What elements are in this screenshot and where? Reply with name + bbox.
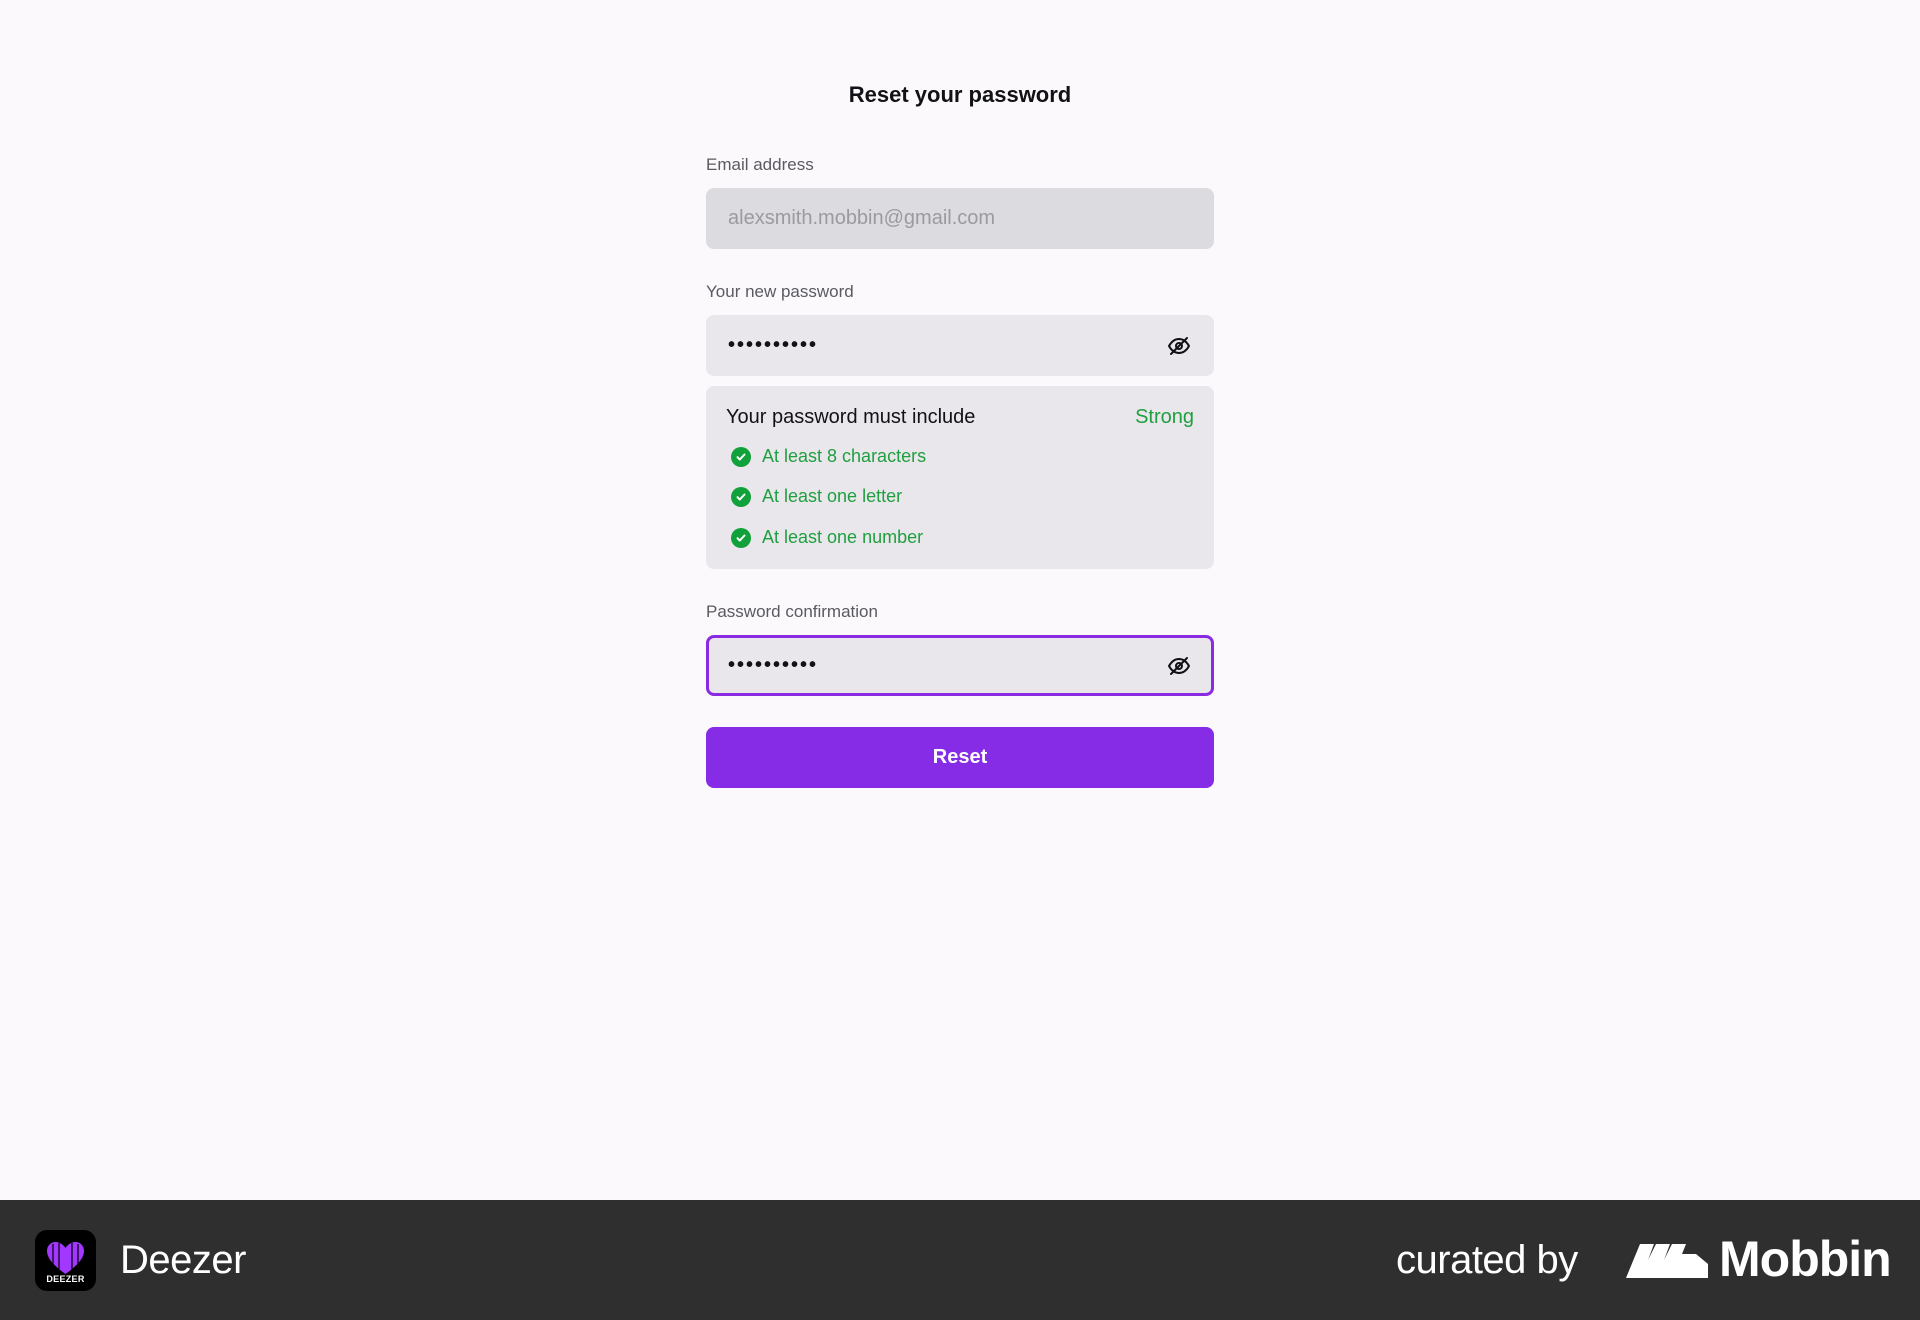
confirm-password-field[interactable]: ••••••••••: [706, 635, 1214, 696]
check-circle-icon: [731, 446, 751, 467]
confirm-password-value: ••••••••••: [728, 654, 819, 676]
mobbin-brand: Mobbin: [1719, 1231, 1892, 1287]
strength-indicator: Strong: [1135, 406, 1194, 428]
page-title: Reset your password: [848, 82, 1072, 107]
mobbin-logo-icon: [1626, 1244, 1708, 1278]
new-password-field[interactable]: ••••••••••: [706, 315, 1214, 376]
footer-bar: DEEZER Deezer curated by Mobbin: [0, 1200, 1920, 1320]
requirement-text: At least one letter: [762, 486, 903, 506]
email-value: alexsmith.mobbin@gmail.com: [728, 207, 996, 229]
requirement-item: At least 8 characters: [731, 446, 926, 467]
email-label: Email address: [706, 155, 814, 174]
email-field[interactable]: alexsmith.mobbin@gmail.com: [706, 188, 1214, 249]
new-password-label: Your new password: [706, 282, 854, 301]
confirm-password-label: Password confirmation: [706, 602, 878, 621]
curated-by-text: curated by: [1396, 1238, 1578, 1282]
check-circle-icon: [731, 486, 751, 507]
requirement-item: At least one number: [731, 527, 923, 548]
new-password-value: ••••••••••: [728, 334, 819, 356]
requirement-text: At least 8 characters: [762, 446, 927, 466]
requirement-item: At least one letter: [731, 486, 902, 507]
main-content: Reset your password Email address alexsm…: [0, 0, 1920, 1200]
requirement-text: At least one number: [762, 527, 924, 547]
eye-off-icon[interactable]: [1166, 333, 1192, 359]
requirements-title: Your password must include: [726, 406, 976, 428]
password-requirements: Your password must include Strong At lea…: [706, 386, 1214, 569]
deezer-app-icon: DEEZER: [35, 1230, 96, 1291]
eye-off-icon[interactable]: [1166, 653, 1192, 679]
page: Reset your password Email address alexsm…: [0, 0, 1920, 1320]
check-circle-icon: [731, 527, 751, 548]
app-name: Deezer: [120, 1238, 246, 1282]
reset-button[interactable]: Reset: [706, 727, 1214, 788]
app-icon-label: DEEZER: [46, 1274, 85, 1284]
